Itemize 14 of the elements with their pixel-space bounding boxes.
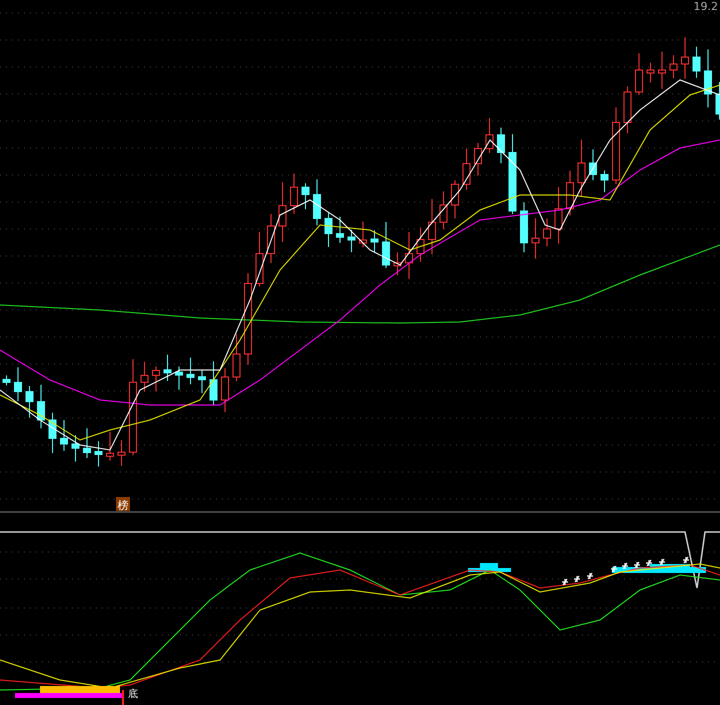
star-marker-icon: [573, 575, 581, 583]
star-marker-icon: [561, 578, 569, 586]
signal-block: [468, 563, 511, 572]
rank-tag: 榜: [116, 497, 130, 512]
star-marker-icon: [610, 565, 618, 573]
star-marker-icon: [586, 572, 594, 580]
star-marker-icon: [621, 562, 629, 570]
high-price-label: 19.2: [694, 0, 718, 13]
star-marker-icon: [633, 561, 641, 569]
signal-tick: [122, 690, 124, 705]
star-marker-icon: [645, 559, 653, 567]
bottom-signal-label: 底: [128, 689, 138, 700]
star-marker-icon: [658, 558, 666, 566]
star-marker-icon: [682, 556, 690, 564]
